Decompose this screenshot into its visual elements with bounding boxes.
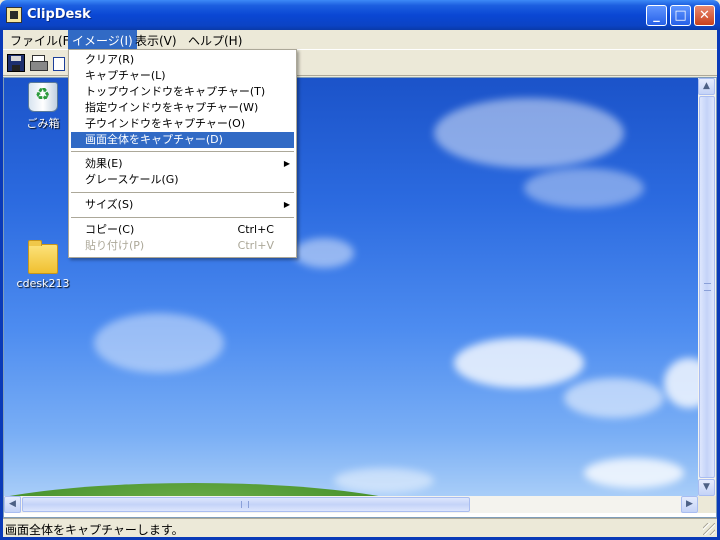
menu-item-label: グレースケール(G) <box>85 173 179 186</box>
print-icon[interactable] <box>29 54 48 72</box>
cloud <box>334 468 434 493</box>
menu-item-label: キャプチャー(L) <box>85 69 166 82</box>
submenu-arrow-icon: ▶ <box>283 159 290 168</box>
menu-item-capture-top-window[interactable]: トップウインドウをキャプチャー(T) <box>71 84 294 100</box>
cloud <box>434 98 624 168</box>
cloud <box>664 358 698 408</box>
menu-item-label: 効果(E) <box>85 157 123 170</box>
menu-item-capture-specified-window[interactable]: 指定ウインドウをキャプチャー(W) <box>71 100 294 116</box>
scrollbar-corner <box>698 496 716 513</box>
shortcut-label: Ctrl+C <box>237 223 274 236</box>
menu-image[interactable]: イメージ(I) <box>68 30 137 49</box>
submenu-arrow-icon: ▶ <box>283 200 290 209</box>
cloud <box>524 168 644 208</box>
scroll-grip <box>704 283 711 291</box>
vertical-scroll-thumb[interactable] <box>699 96 715 478</box>
cloud <box>294 238 354 268</box>
menu-item-capture[interactable]: キャプチャー(L) <box>71 68 294 84</box>
menu-separator <box>71 217 294 219</box>
scroll-down-button[interactable]: ▼ <box>698 479 715 496</box>
resize-grip[interactable] <box>703 523 715 535</box>
menu-item-capture-child-window[interactable]: 子ウインドウをキャプチャー(O) <box>71 116 294 132</box>
title-bar[interactable]: ClipDesk _ □ ✕ <box>0 0 720 30</box>
menu-item-label: コピー(C) <box>85 223 135 236</box>
cloud <box>564 378 664 418</box>
menu-item-paste: 貼り付け(P) Ctrl+V <box>71 238 294 254</box>
scroll-up-button[interactable]: ▲ <box>698 78 715 95</box>
horizontal-scroll-thumb[interactable] <box>22 497 470 512</box>
copy-icon[interactable] <box>51 54 69 72</box>
menu-item-capture-full-screen[interactable]: 画面全体をキャプチャー(D) <box>71 132 294 148</box>
close-button[interactable]: ✕ <box>694 5 715 26</box>
app-icon[interactable] <box>6 7 22 23</box>
status-text: 画面全体をキャプチャーします。 <box>5 523 184 537</box>
recycle-bin-icon <box>28 82 58 112</box>
desktop-icon-label: cdesk213 <box>16 277 70 290</box>
menu-item-label: クリア(R) <box>85 53 135 66</box>
menu-item-label: サイズ(S) <box>85 198 134 211</box>
maximize-button[interactable]: □ <box>670 5 691 26</box>
menu-item-size[interactable]: サイズ(S) ▶ <box>71 197 294 213</box>
cloud <box>584 458 684 488</box>
menu-item-copy[interactable]: コピー(C) Ctrl+C <box>71 222 294 238</box>
minimize-button[interactable]: _ <box>646 5 667 26</box>
shortcut-label: Ctrl+V <box>237 239 274 252</box>
folder-icon <box>28 240 58 274</box>
menu-item-grayscale[interactable]: グレースケール(G) <box>71 172 294 188</box>
menu-item-label: トップウインドウをキャプチャー(T) <box>85 85 266 98</box>
image-menu-dropdown: クリア(R) キャプチャー(L) トップウインドウをキャプチャー(T) 指定ウイ… <box>68 49 297 258</box>
menu-item-effects[interactable]: 効果(E) ▶ <box>71 156 294 172</box>
status-bar: 画面全体をキャプチャーします。 <box>3 518 717 537</box>
menu-item-clear[interactable]: クリア(R) <box>71 52 294 68</box>
scroll-left-button[interactable]: ◀ <box>4 496 21 513</box>
window-title: ClipDesk <box>27 7 91 22</box>
cloud <box>94 313 224 373</box>
save-icon[interactable] <box>7 54 25 72</box>
horizontal-scrollbar[interactable]: ◀ ▶ <box>4 496 698 513</box>
menu-view[interactable]: 表示(V) <box>131 30 181 49</box>
cloud <box>454 338 584 388</box>
menu-separator <box>71 151 294 153</box>
menu-item-label: 画面全体をキャプチャー(D) <box>85 133 223 146</box>
menu-separator <box>71 192 294 194</box>
scroll-grip <box>241 501 249 508</box>
menu-item-label: 貼り付け(P) <box>85 239 145 252</box>
menu-item-label: 指定ウインドウをキャプチャー(W) <box>85 101 259 114</box>
menu-item-label: 子ウインドウをキャプチャー(O) <box>85 117 246 130</box>
scroll-right-button[interactable]: ▶ <box>681 496 698 513</box>
menu-help[interactable]: ヘルプ(H) <box>184 30 246 49</box>
vertical-scrollbar[interactable]: ▲ ▼ <box>698 78 716 496</box>
menu-bar: ファイル(F) イメージ(I) 表示(V) ヘルプ(H) <box>3 30 717 49</box>
